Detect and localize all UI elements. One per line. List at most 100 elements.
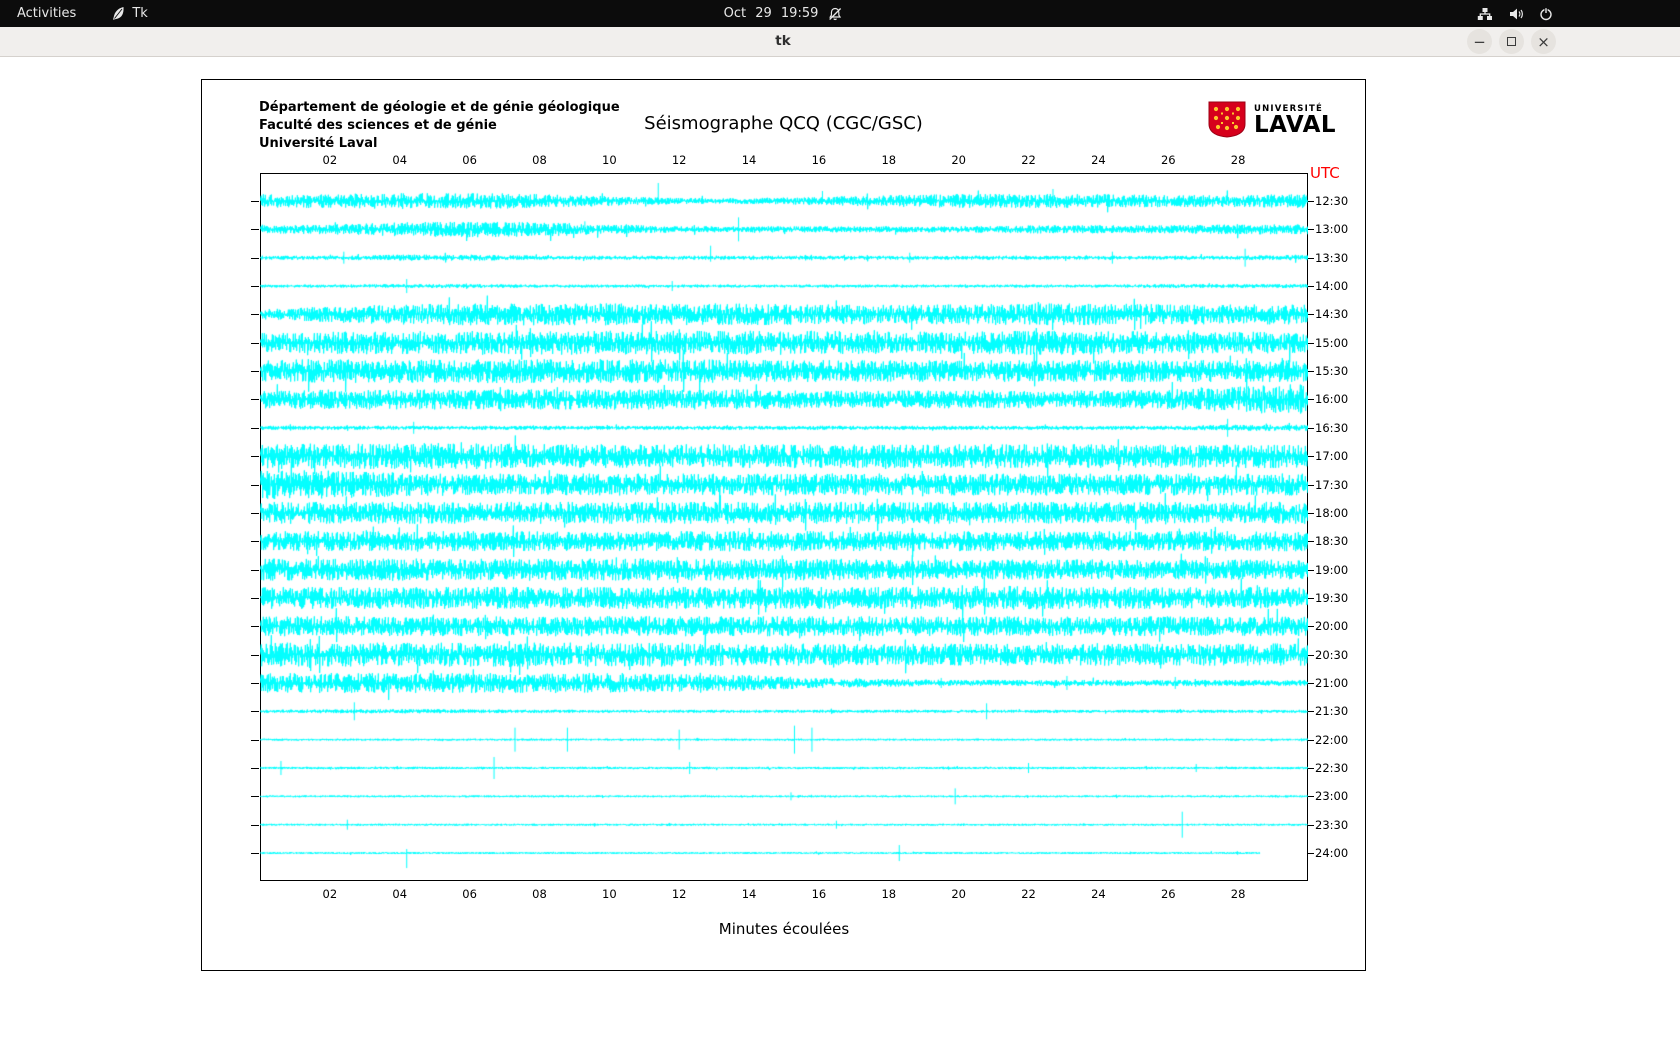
trace-tick-left [251, 711, 259, 712]
trace-tick-left [251, 513, 259, 514]
x-tick-label-top: 20 [947, 153, 971, 167]
x-tick-label-bottom: 08 [527, 887, 551, 901]
trace-tick-left [251, 825, 259, 826]
trace-time-label: 23:00 [1315, 789, 1348, 803]
trace-tick-right [1308, 853, 1314, 854]
top-bar: Activities Tk Oct 29 19:59 [0, 0, 1680, 27]
trace-tick-right [1308, 541, 1314, 542]
trace-tick-right [1308, 740, 1314, 741]
trace-tick-left [251, 456, 259, 457]
x-tick-label-top: 24 [1086, 153, 1110, 167]
utc-label: UTC [1310, 164, 1340, 182]
x-tick-label-bottom: 24 [1086, 887, 1110, 901]
volume-icon [1508, 7, 1524, 21]
x-tick-label-bottom: 04 [388, 887, 412, 901]
trace-time-label: 15:00 [1315, 336, 1348, 350]
trace-tick-left [251, 343, 259, 344]
notifications-disabled-icon [827, 7, 842, 21]
maximize-button[interactable] [1499, 29, 1524, 54]
clock-label: Oct 29 19:59 [724, 6, 819, 21]
trace-tick-right [1308, 825, 1314, 826]
trace-time-label: 22:30 [1315, 761, 1348, 775]
trace-time-label: 18:00 [1315, 506, 1348, 520]
trace-tick-left [251, 314, 259, 315]
trace-tick-right [1308, 683, 1314, 684]
x-tick-label-top: 02 [318, 153, 342, 167]
x-tick-label-bottom: 20 [947, 887, 971, 901]
system-status-area[interactable] [1477, 7, 1553, 21]
trace-tick-left [251, 768, 259, 769]
x-axis-label: Minutes écoulées [202, 920, 1366, 938]
trace-time-label: 17:30 [1315, 478, 1348, 492]
power-icon [1539, 7, 1553, 21]
trace-tick-right [1308, 229, 1314, 230]
clock-menu[interactable]: Oct 29 19:59 [724, 6, 843, 21]
universite-laval-logo: UNIVERSITÉ LAVAL [1208, 101, 1336, 138]
trace-tick-left [251, 485, 259, 486]
trace-tick-left [251, 258, 259, 259]
trace-tick-left [251, 740, 259, 741]
x-tick-label-top: 28 [1226, 153, 1250, 167]
trace-time-label: 22:00 [1315, 733, 1348, 747]
trace-time-label: 18:30 [1315, 534, 1348, 548]
trace-tick-right [1308, 399, 1314, 400]
x-tick-label-top: 10 [597, 153, 621, 167]
x-tick-label-top: 06 [458, 153, 482, 167]
trace-time-label: 14:00 [1315, 279, 1348, 293]
trace-time-label: 15:30 [1315, 364, 1348, 378]
window-controls: − × [1467, 29, 1556, 54]
x-tick-label-bottom: 28 [1226, 887, 1250, 901]
x-tick-label-bottom: 02 [318, 887, 342, 901]
minimize-icon: − [1473, 33, 1486, 51]
activities-button[interactable]: Activities [17, 6, 76, 21]
trace-tick-right [1308, 513, 1314, 514]
trace-tick-right [1308, 768, 1314, 769]
trace-tick-right [1308, 258, 1314, 259]
x-tick-label-top: 14 [737, 153, 761, 167]
trace-tick-right [1308, 314, 1314, 315]
trace-tick-right [1308, 371, 1314, 372]
laval-wordmark: UNIVERSITÉ LAVAL [1254, 104, 1336, 136]
trace-tick-left [251, 626, 259, 627]
seismograph-frame: Département de géologie et de génie géol… [201, 79, 1366, 971]
trace-tick-right [1308, 570, 1314, 571]
trace-tick-right [1308, 655, 1314, 656]
trace-tick-left [251, 598, 259, 599]
trace-tick-right [1308, 456, 1314, 457]
window-titlebar[interactable]: tk − × [0, 27, 1680, 57]
trace-time-label: 24:00 [1315, 846, 1348, 860]
trace-tick-left [251, 286, 259, 287]
trace-time-label: 20:30 [1315, 648, 1348, 662]
trace-tick-left [251, 428, 259, 429]
trace-tick-right [1308, 428, 1314, 429]
trace-time-label: 23:30 [1315, 818, 1348, 832]
trace-time-label: 21:00 [1315, 676, 1348, 690]
trace-time-label: 21:30 [1315, 704, 1348, 718]
trace-tick-left [251, 655, 259, 656]
trace-tick-right [1308, 343, 1314, 344]
x-tick-label-bottom: 18 [877, 887, 901, 901]
trace-tick-left [251, 570, 259, 571]
focused-app-indicator[interactable]: Tk [112, 6, 147, 21]
x-tick-label-bottom: 16 [807, 887, 831, 901]
x-tick-label-bottom: 06 [458, 887, 482, 901]
trace-tick-right [1308, 286, 1314, 287]
tk-app-icon [112, 6, 125, 21]
trace-tick-left [251, 796, 259, 797]
trace-time-label: 16:30 [1315, 421, 1348, 435]
trace-tick-left [251, 853, 259, 854]
top-bar-left: Activities Tk [0, 6, 148, 21]
minimize-button[interactable]: − [1467, 29, 1492, 54]
x-tick-label-top: 26 [1156, 153, 1180, 167]
close-button[interactable]: × [1531, 29, 1556, 54]
x-tick-label-top: 08 [527, 153, 551, 167]
trace-tick-right [1308, 796, 1314, 797]
close-icon: × [1537, 33, 1550, 51]
trace-time-label: 16:00 [1315, 392, 1348, 406]
org-line: Université Laval [259, 135, 620, 153]
x-tick-label-bottom: 10 [597, 887, 621, 901]
trace-time-label: 13:00 [1315, 222, 1348, 236]
x-tick-label-bottom: 12 [667, 887, 691, 901]
trace-tick-right [1308, 485, 1314, 486]
x-tick-label-bottom: 22 [1017, 887, 1041, 901]
